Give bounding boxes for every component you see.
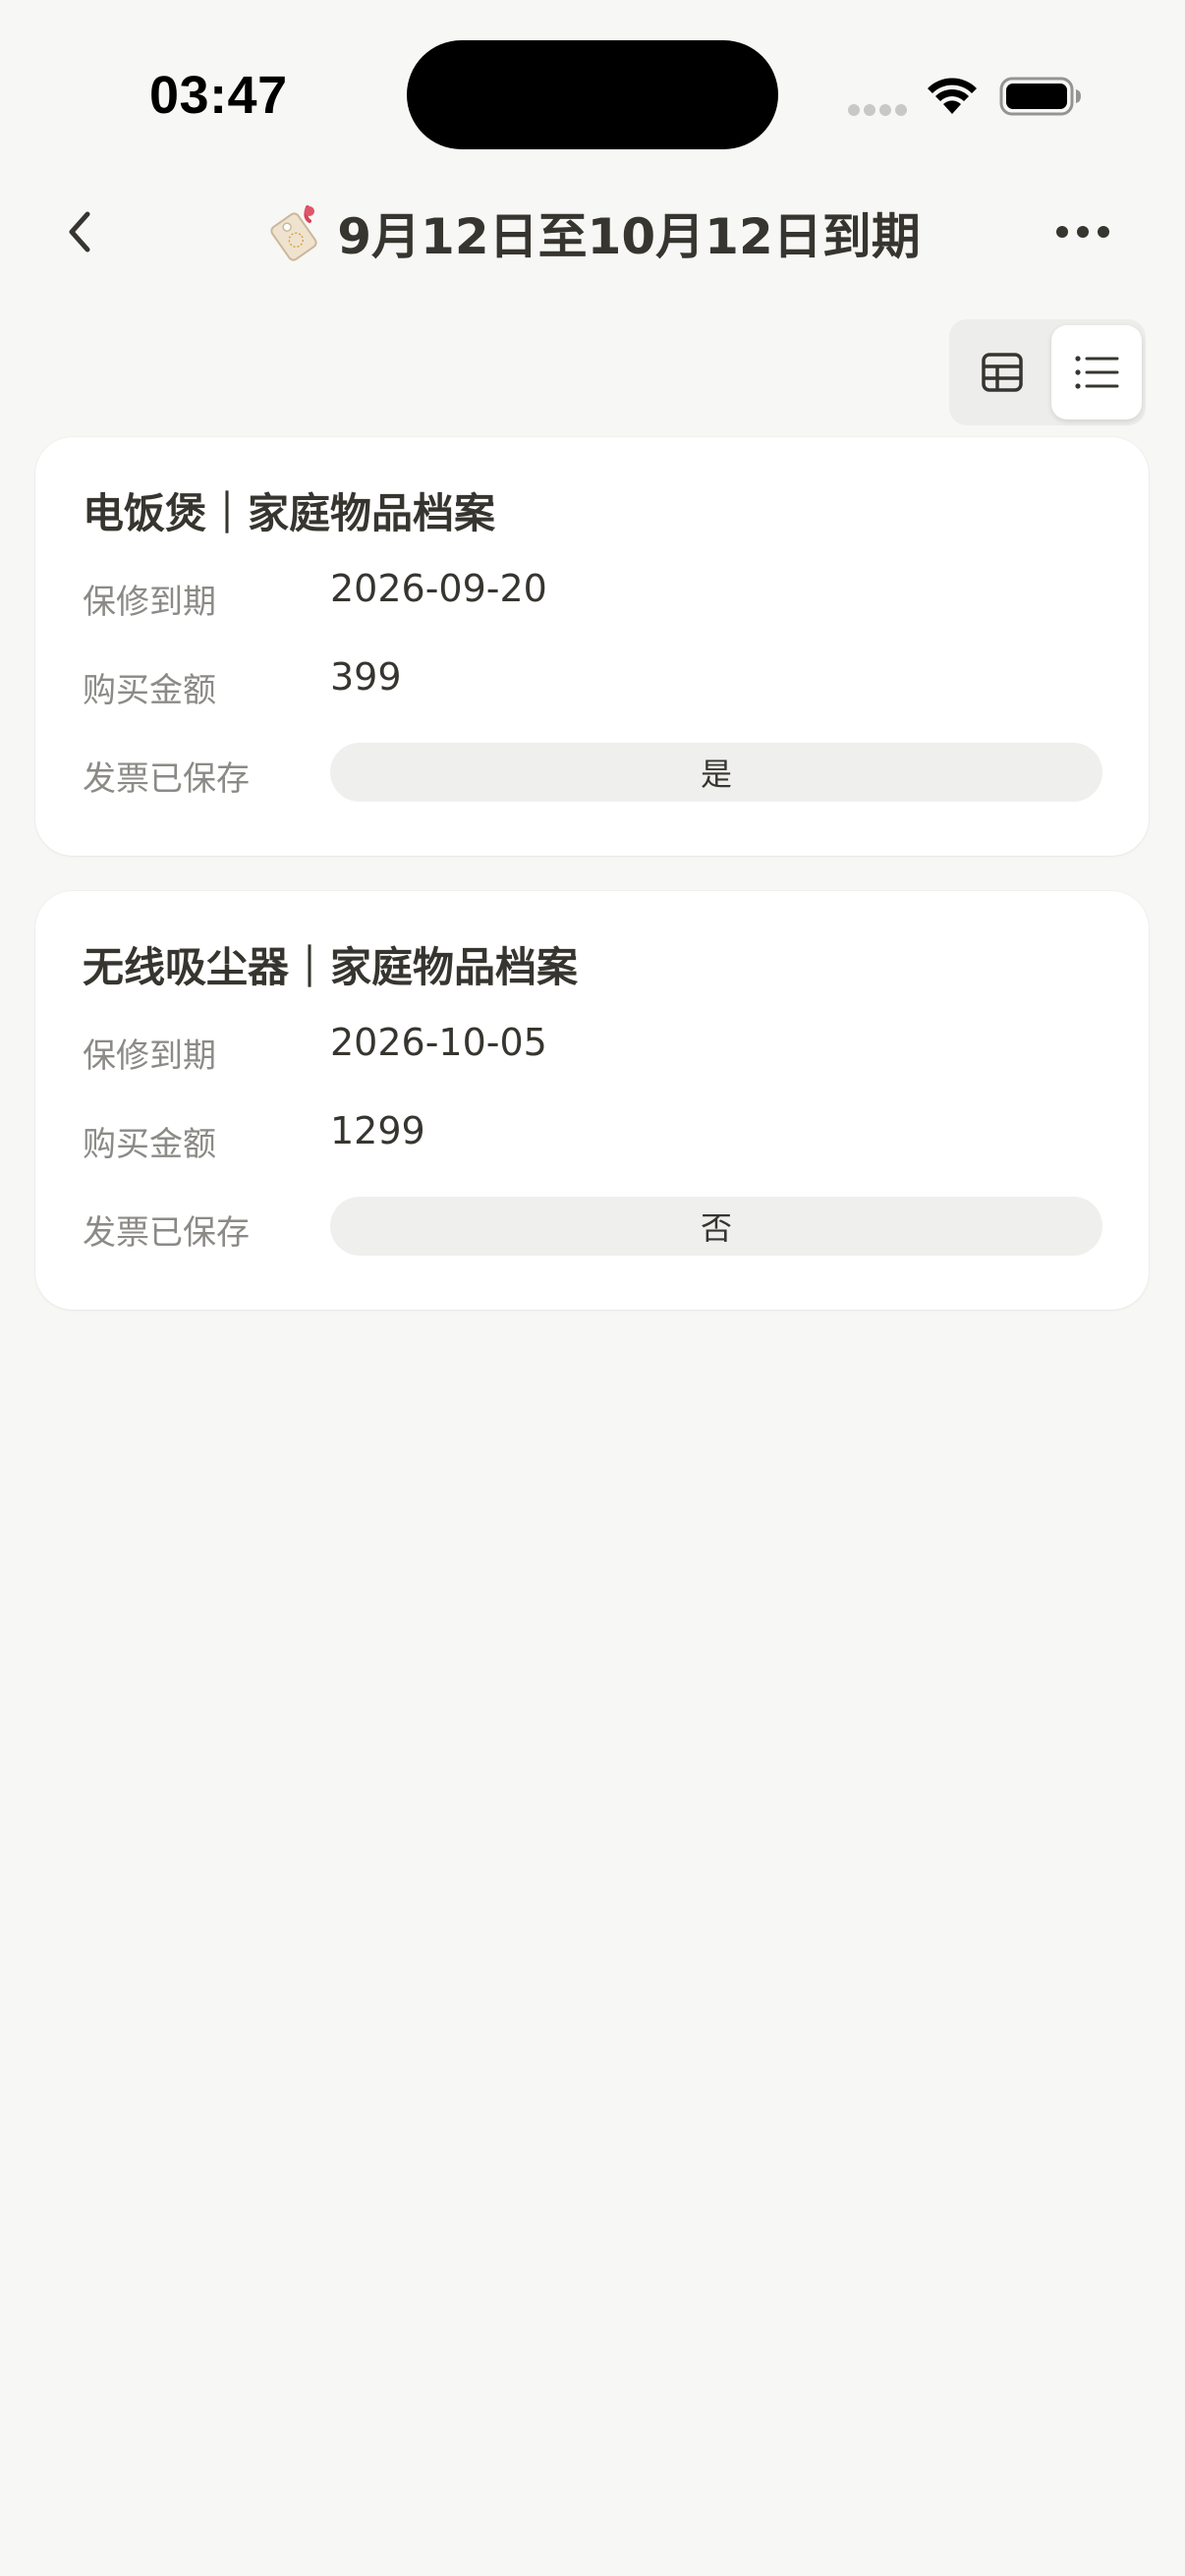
status-bar: 03:47 [0,0,1185,187]
page-title: 9月12日至10月12日到期 [337,208,921,265]
card-title: 无线吸尘器｜家庭物品档案 [83,943,579,991]
view-toggle [949,319,1146,425]
record-card[interactable]: 无线吸尘器｜家庭物品档案 保修到期 2026-10-05 购买金额 1299 发… [35,891,1149,1310]
more-options-button[interactable] [1051,206,1114,257]
prop-label-price: 购买金额 [83,671,216,710]
card-title: 电饭煲｜家庭物品档案 [83,489,496,537]
battery-icon [999,77,1081,116]
table-view-icon [982,353,1023,392]
list-view-button[interactable] [1051,325,1142,420]
list-view-icon [1075,356,1119,389]
cellular-signal-icon [848,104,907,116]
prop-value-price: 399 [330,655,402,699]
prop-value-price: 1299 [330,1109,425,1152]
prop-label-warranty: 保修到期 [83,583,216,622]
status-time: 03:47 [149,66,288,125]
invoice-status-pill: 否 [330,1197,1102,1256]
dynamic-island [407,40,778,149]
prop-label-warranty: 保修到期 [83,1036,216,1076]
ellipsis-icon [1056,226,1109,238]
prop-value-warranty: 2026-10-05 [330,1021,547,1064]
record-card[interactable]: 电饭煲｜家庭物品档案 保修到期 2026-09-20 购买金额 399 发票已保… [35,437,1149,856]
nav-header: 9月12日至10月12日到期 [0,187,1185,277]
prop-label-invoice: 发票已保存 [83,759,250,799]
invoice-status-pill: 是 [330,743,1102,802]
tag-icon [270,205,317,261]
prop-value-warranty: 2026-09-20 [330,567,547,610]
table-view-button[interactable] [957,327,1047,418]
title-wrap: 9月12日至10月12日到期 [0,198,1185,267]
wifi-icon [928,78,977,114]
prop-label-invoice: 发票已保存 [83,1213,250,1253]
prop-label-price: 购买金额 [83,1125,216,1164]
